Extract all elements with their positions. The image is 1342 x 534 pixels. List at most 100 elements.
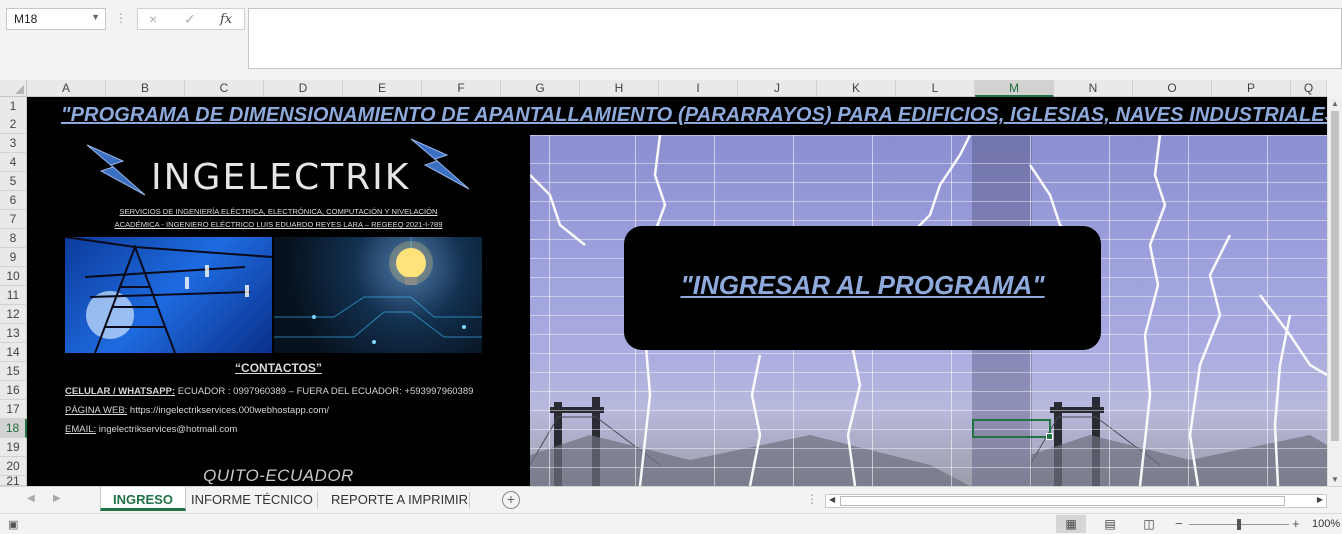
program-title: "PROGRAMA DE DIMENSIONAMIENTO DE APANTAL… [61,104,1327,126]
column-header-f[interactable]: F [422,80,501,97]
email-label: EMAIL: [65,424,97,435]
row-header-13[interactable]: 13 [0,324,27,343]
insert-function-icon[interactable]: fx [220,12,232,27]
row-header-16[interactable]: 16 [0,381,27,400]
column-header-l[interactable]: L [896,80,975,97]
row-header-5[interactable]: 5 [0,172,27,191]
excel-window: M18 ▼ ⋮ × ✓ fx ABCDEFGHIJKLMNOPQ 1234567… [0,0,1342,534]
phone-line: CELULAR / WHATSAPP: ECUADOR : 0997960389… [65,386,473,397]
row-header-3[interactable]: 3 [0,134,27,153]
select-all-corner[interactable] [0,80,27,97]
column-header-e[interactable]: E [343,80,422,97]
row-header-10[interactable]: 10 [0,267,27,286]
column-header-a[interactable]: A [27,80,106,97]
page-layout-icon[interactable]: ▤ [1095,515,1125,533]
prev-sheet-icon[interactable]: ◀ [27,493,35,504]
row-header-12[interactable]: 12 [0,305,27,324]
scroll-right-icon[interactable]: ▶ [1317,495,1323,504]
tab-divider [317,492,318,508]
column-header-i[interactable]: I [659,80,738,97]
column-header-k[interactable]: K [817,80,896,97]
tab-informe-tecnico[interactable]: INFORME TÉCNICO [179,487,325,511]
tab-reporte-a-imprimir[interactable]: REPORTE A IMPRIMIR [319,487,480,511]
horizontal-scrollbar[interactable]: ◀ ▶ [825,494,1327,508]
row-header-9[interactable]: 9 [0,248,27,267]
add-sheet-button[interactable]: + [502,491,520,509]
tab-divider [469,492,470,508]
row-header-6[interactable]: 6 [0,191,27,210]
column-header-o[interactable]: O [1133,80,1212,97]
macro-record-icon[interactable]: ▣ [8,518,18,531]
page-break-view-icon[interactable]: ◫ [1134,515,1164,533]
column-header-b[interactable]: B [106,80,185,97]
row-header-15[interactable]: 15 [0,362,27,381]
lightning-logo-icon [86,144,146,196]
column-header-c[interactable]: C [185,80,264,97]
zoom-slider-thumb[interactable] [1237,519,1241,530]
row-header-11[interactable]: 11 [0,286,27,305]
scroll-left-icon[interactable]: ◀ [829,495,835,504]
services-line-2: ACADÉMICA - INGENIERO ELÉCTRICO LUIS EDU… [114,220,443,229]
row-header-2[interactable]: 2 [0,115,27,134]
row-header-8[interactable]: 8 [0,229,27,248]
sheet-tabs-bar: ◀ ▶ INGRESO INFORME TÉCNICO REPORTE A IM… [0,486,1342,513]
vertical-scrollbar[interactable]: ▲ ▼ [1327,97,1342,486]
zoom-in-button[interactable]: + [1292,516,1300,531]
title-banner: "PROGRAMA DE DIMENSIONAMIENTO DE APANTAL… [27,97,1327,135]
chevron-down-icon[interactable]: ▼ [91,12,100,22]
selected-cell[interactable] [972,419,1053,440]
row-header-19[interactable]: 19 [0,438,27,457]
name-box-value: M18 [14,12,38,26]
enter-program-label: "INGRESAR AL PROGRAMA" [680,270,1045,300]
more-options-icon[interactable]: ⋮ [115,11,127,25]
column-header-d[interactable]: D [264,80,343,97]
phone-label: CELULAR / WHATSAPP: [65,386,176,397]
tab-ingreso[interactable]: INGRESO [100,487,186,511]
normal-view-icon[interactable]: ▦ [1056,515,1086,533]
cancel-icon[interactable]: × [149,11,157,27]
column-header-h[interactable]: H [580,80,659,97]
formula-bar: M18 ▼ ⋮ × ✓ fx [0,0,1342,80]
vertical-scroll-thumb[interactable] [1331,111,1339,441]
email-line: EMAIL: ingelectrikservices@hotmail.com [65,424,237,435]
company-logo-text: INGELECTRIK [151,157,411,198]
lightning-logo-icon [410,138,470,190]
row-header-4[interactable]: 4 [0,153,27,172]
formula-buttons: × ✓ fx [137,8,245,30]
formula-input[interactable] [248,8,1342,69]
column-header-j[interactable]: J [738,80,817,97]
row-header-7[interactable]: 7 [0,210,27,229]
services-line-1: SERVICIOS DE INGENIERÍA ELÉCTRICA, ELECT… [119,207,438,216]
row-header-18[interactable]: 18 [0,419,27,438]
zoom-out-button[interactable]: − [1175,516,1183,531]
worksheet-grid[interactable]: INGELECTRIK SERVICIOS DE INGENIERÍA ELÉC… [27,97,1327,486]
column-header-g[interactable]: G [501,80,580,97]
company-info-panel: INGELECTRIK SERVICIOS DE INGENIERÍA ELÉC… [27,97,530,486]
contacts-title: “CONTACTOS” [235,361,322,375]
row-header-1[interactable]: 1 [0,97,27,116]
name-box[interactable]: M18 ▼ [6,8,106,30]
scroll-up-icon[interactable]: ▲ [1331,99,1339,108]
row-header-17[interactable]: 17 [0,400,27,419]
enter-icon[interactable]: ✓ [184,11,196,28]
transmission-tower-image [65,237,272,353]
column-header-p[interactable]: P [1212,80,1291,97]
web-line: PÁGINA WEB: https://ingelectrikservices.… [65,405,329,416]
zoom-level[interactable]: 100% [1312,518,1340,530]
column-header-q[interactable]: Q [1291,80,1327,97]
row-header-14[interactable]: 14 [0,343,27,362]
horizontal-scroll-thumb[interactable] [840,496,1285,506]
web-label: PÁGINA WEB: [65,405,128,416]
city-label: QUITO-ECUADOR [203,466,354,485]
column-header-m[interactable]: M [975,80,1054,97]
scroll-down-icon[interactable]: ▼ [1331,475,1339,484]
column-header-n[interactable]: N [1054,80,1133,97]
row-header-21[interactable]: 21 [0,475,27,487]
web-value[interactable]: https://ingelectrikservices.000webhostap… [127,405,329,416]
next-sheet-icon[interactable]: ▶ [53,493,61,504]
enter-program-button[interactable]: "INGRESAR AL PROGRAMA" [624,226,1101,350]
phone-value: ECUADOR : 0997960389 – FUERA DEL ECUADOR… [175,386,474,397]
email-value[interactable]: ingelectrikservices@hotmail.com [96,424,237,435]
status-bar: ▣ ▦ ▤ ◫ − + 100% [0,513,1342,534]
resize-handle-icon[interactable]: ⋮ [806,492,818,506]
